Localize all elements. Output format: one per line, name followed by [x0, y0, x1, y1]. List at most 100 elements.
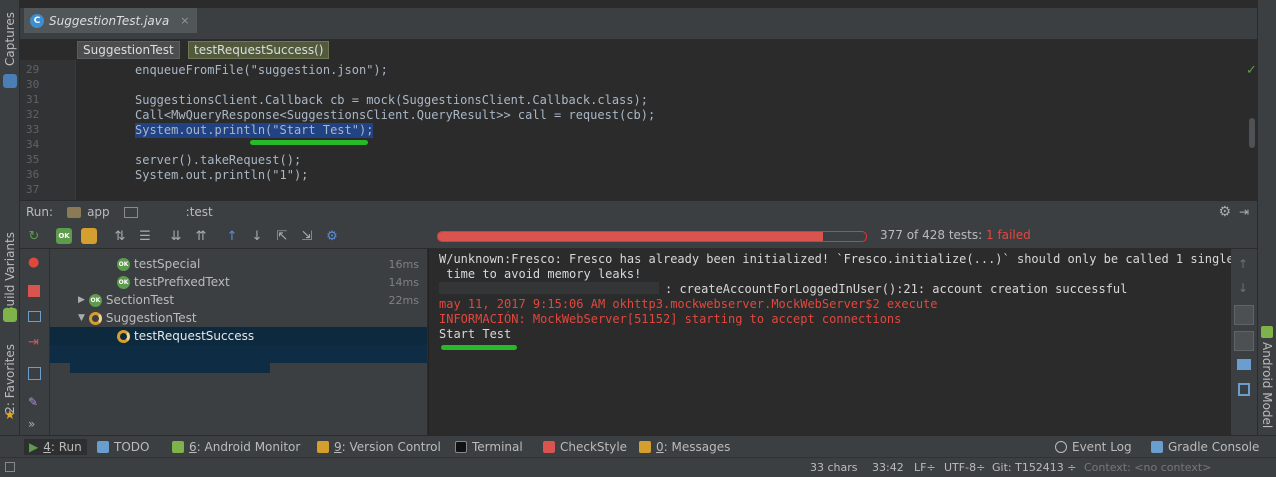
event-log-icon	[1055, 441, 1067, 453]
line-number: 37	[26, 183, 40, 196]
console-line: time to avoid memory leaks!	[439, 267, 642, 281]
star-icon: ★	[4, 408, 16, 423]
highlight-mark	[250, 140, 368, 145]
test-duration: 22ms	[388, 293, 419, 307]
test-tree[interactable]: OK testSpecial 16ms OK testPrefixedText …	[50, 249, 427, 435]
scroll-up-icon[interactable]: ↑	[1238, 257, 1248, 271]
editor-tab-label: SuggestionTest.java	[49, 13, 170, 28]
pin-icon[interactable]: ✎	[28, 395, 38, 409]
toolwindow-android-monitor[interactable]: 6: Android Monitor	[172, 439, 300, 455]
test-progress: 377 of 428 tests: 1 failed	[428, 223, 1231, 249]
tree-row-test-prefixed-text[interactable]: OK testPrefixedText 14ms	[117, 273, 423, 291]
android-model-icon	[1261, 326, 1273, 338]
settings-icon[interactable]: ⚙	[324, 228, 340, 244]
tree-row-test-request-success[interactable]: testRequestSuccess	[117, 327, 423, 345]
run-side-toolbar: ● ⇥ ✎ »	[20, 249, 50, 435]
tree-row-test-special[interactable]: OK testSpecial 16ms	[117, 255, 423, 273]
line-number: 35	[26, 153, 40, 166]
editor-scrollbar[interactable]	[1247, 60, 1257, 200]
expand-arrow-icon[interactable]: ▶	[78, 295, 85, 305]
import-icon[interactable]: ⇲	[299, 228, 315, 244]
running-icon	[88, 311, 102, 325]
tree-row-suggestion-test[interactable]: ▼ SuggestionTest	[78, 309, 423, 327]
toolwindow-todo[interactable]: TODO	[97, 439, 149, 455]
sort-duration-icon[interactable]: ☰	[137, 228, 153, 244]
code-line: enqueueFromFile("suggestion.json");	[135, 63, 388, 77]
stop-square-icon[interactable]	[28, 285, 40, 297]
hide-panel-icon[interactable]: ⇥	[1239, 205, 1249, 219]
rerun-icon[interactable]: ↻	[26, 228, 42, 244]
exit-icon[interactable]: ⇥	[28, 335, 39, 350]
line-number: 33	[26, 123, 40, 136]
status-context: Context: <no context>	[1084, 461, 1212, 474]
show-ignored-icon[interactable]	[81, 228, 97, 244]
show-passed-icon[interactable]: OK	[56, 228, 72, 244]
run-config-test[interactable]: :test	[186, 205, 213, 219]
status-git-branch[interactable]: Git: T152413 ÷	[992, 461, 1077, 474]
terminal-icon	[455, 441, 467, 453]
camera-icon[interactable]	[28, 311, 41, 322]
close-icon[interactable]: ×	[180, 14, 189, 27]
run-icon: ▶	[29, 440, 39, 454]
toolwindow-gradle-console[interactable]: Gradle Console	[1151, 439, 1259, 455]
line-number-gutter: 29 30 31 32 33 34 35 36 37	[20, 60, 76, 200]
soft-wrap-icon[interactable]	[1234, 305, 1254, 325]
toolwindow-version-control[interactable]: 9: Version Control	[317, 439, 441, 455]
export-icon[interactable]: ⇱	[274, 228, 290, 244]
toggle-panels-icon[interactable]	[5, 462, 15, 472]
line-number: 34	[26, 138, 40, 151]
print-icon[interactable]	[1237, 359, 1251, 370]
toolwindow-event-log[interactable]: Event Log	[1055, 439, 1132, 455]
tree-row-section-test[interactable]: ▶ OK SectionTest 22ms	[78, 291, 423, 309]
tree-row-label: testSpecial	[134, 257, 201, 271]
toolwindow-checkstyle[interactable]: CheckStyle	[543, 439, 627, 455]
status-line-separator[interactable]: LF÷	[914, 461, 936, 474]
tree-row-label: SuggestionTest	[105, 311, 197, 325]
expand-all-icon[interactable]: ⇊	[168, 228, 184, 244]
build-variants-tab[interactable]: Build Variants	[3, 232, 17, 315]
editor-tab-suggestiontest[interactable]: C SuggestionTest.java ×	[24, 8, 198, 33]
console-line: W/unknown:Fresco: Fresco has already bee…	[439, 252, 1234, 266]
failed-count: 1 failed	[986, 228, 1031, 242]
test-duration: 14ms	[388, 275, 419, 289]
breadcrumb-class[interactable]: SuggestionTest	[77, 41, 180, 59]
redacted-block	[439, 282, 659, 294]
code-line: Call<MwQueryResponse<SuggestionsClient.Q…	[135, 108, 656, 122]
next-failed-icon[interactable]: ↓	[249, 228, 265, 244]
android-model-tab[interactable]: Android Model	[1260, 342, 1274, 428]
toolwindow-run[interactable]: ▶ 4: Run	[24, 439, 87, 455]
running-icon	[117, 329, 130, 343]
previous-failed-icon[interactable]: ↑	[224, 228, 240, 244]
code-editor[interactable]: enqueueFromFile("suggestion.json"); Sugg…	[77, 60, 1247, 200]
line-number: 29	[26, 63, 40, 76]
gear-icon[interactable]: ⚙	[1218, 204, 1231, 220]
tree-row-label: testPrefixedText	[134, 275, 230, 289]
status-encoding[interactable]: UTF-8÷	[944, 461, 985, 474]
breadcrumb-method[interactable]: testRequestSuccess()	[188, 41, 330, 59]
status-bar: 33 chars 33:42 LF÷ UTF-8÷ Git: T152413 ÷…	[0, 457, 1276, 477]
status-caret-position[interactable]: 33:42	[872, 461, 904, 474]
stop-icon[interactable]: ●	[28, 255, 39, 270]
toolwindow-terminal[interactable]: Terminal	[455, 439, 523, 455]
console-output[interactable]: W/unknown:Fresco: Fresco has already bee…	[428, 249, 1234, 435]
scroll-down-icon[interactable]: ↓	[1238, 281, 1248, 295]
collapse-all-icon[interactable]: ⇈	[193, 228, 209, 244]
line-number: 30	[26, 78, 40, 91]
editor-tab-bar: C SuggestionTest.java ×	[20, 0, 1257, 40]
passed-icon: OK	[117, 275, 130, 289]
run-config-app[interactable]: app	[87, 205, 110, 219]
breadcrumb: SuggestionTest testRequestSuccess()	[20, 40, 1257, 60]
layout-icon[interactable]	[28, 367, 41, 380]
collapse-arrow-icon[interactable]: ▼	[78, 313, 85, 323]
captures-tab[interactable]: Captures	[3, 12, 17, 66]
toolwindow-messages[interactable]: 0: Messages	[639, 439, 730, 455]
sort-alpha-icon[interactable]: ⇅	[112, 228, 128, 244]
favorites-tab[interactable]: 2: Favorites	[3, 344, 17, 414]
trash-icon[interactable]	[1238, 383, 1250, 396]
scroll-to-end-icon[interactable]	[1234, 331, 1254, 351]
console-side-toolbar: ↑ ↓	[1231, 249, 1257, 435]
checkstyle-icon	[543, 441, 555, 453]
more-icon[interactable]: »	[28, 417, 35, 431]
captures-icon[interactable]	[3, 74, 17, 88]
todo-icon	[97, 441, 109, 453]
